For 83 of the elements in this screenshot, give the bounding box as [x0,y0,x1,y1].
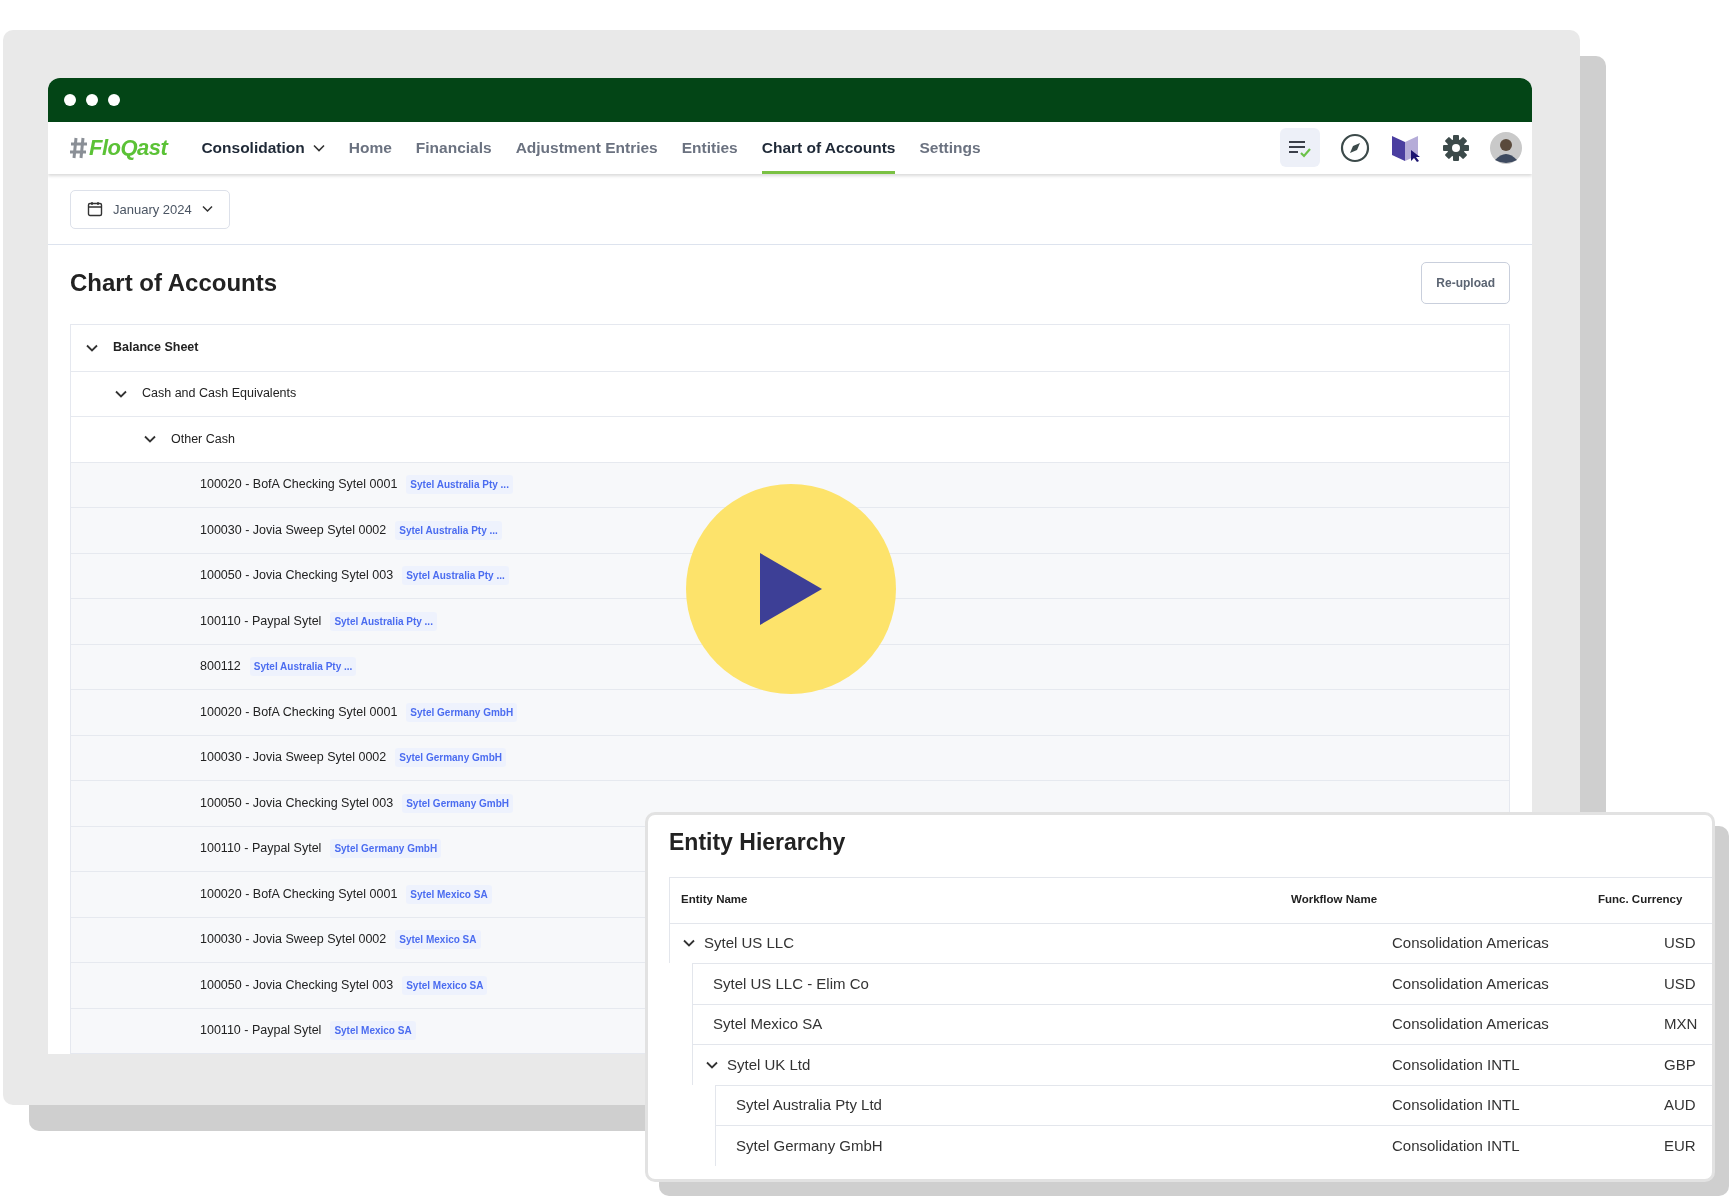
entity-tag: Sytel Mexico SA [330,1021,416,1041]
entity-tag: Sytel Mexico SA [395,930,481,950]
workflow-name: Consolidation INTL [1392,1096,1520,1114]
window-dot [108,93,120,106]
account-name: 100020 - BofA Checking Sytel 0001 [200,476,398,494]
entity-tag: Sytel Germany GmbH [406,702,518,722]
entity-row[interactable]: Sytel Australia Pty Ltd Consolidation INTL AUD [715,1084,1712,1126]
account-name: 100050 - Jovia Checking Sytel 003 [200,794,394,812]
entity-tag: Sytel Germany GmbH [395,748,507,768]
nav-tab[interactable]: Home [348,121,392,174]
group-name: Balance Sheet [113,339,199,357]
date-picker[interactable]: January 2024 [70,189,230,229]
entity-name: Sytel Mexico SA [713,1014,823,1035]
book-icon[interactable] [1390,133,1422,162]
entity-name: Sytel UK Ltd [727,1054,811,1075]
entity-name: Sytel Australia Pty Ltd [736,1095,882,1116]
caret-icon [201,205,213,214]
hash-icon [70,136,88,159]
entity-row[interactable]: Sytel US LLC Consolidation Americas USD [669,922,1712,964]
workflow-name: Consolidation INTL [1392,1136,1520,1154]
column-header: Entity Name [681,893,748,906]
entity-tag: Sytel Germany GmbH [330,839,442,859]
entity-tag: Sytel Australia Pty ... [330,611,437,631]
nav-tab[interactable]: Consolidation [201,121,325,174]
currency: AUD [1664,1096,1696,1114]
nav-tab[interactable]: Adjustment Entries [515,121,658,174]
caret-icon [312,143,325,152]
account-name: 100030 - Jovia Sweep Sytel 0002 [200,749,387,767]
workflow-name: Consolidation Americas [1392,1015,1549,1033]
workflow-name: Consolidation INTL [1392,1055,1520,1073]
entity-name: Sytel Germany GmbH [736,1135,883,1156]
task-list-button[interactable] [1280,128,1320,168]
card-title: Entity Hierarchy [669,829,847,857]
page-title: Chart of Accounts [70,268,278,298]
window-dot [86,93,98,106]
entity-tag: Sytel Australia Pty ... [395,520,502,540]
entity-name: Sytel US LLC - Elim Co [713,973,869,994]
entity-row[interactable]: Sytel UK Ltd Consolidation INTL GBP [692,1044,1712,1085]
account-name: 800112 [200,658,241,676]
currency: GBP [1664,1055,1696,1073]
currency: USD [1664,974,1696,992]
account-name: 100110 - Paypal Sytel [200,1022,322,1040]
group-name: Other Cash [171,430,235,448]
nav-tab[interactable]: Settings [919,121,981,174]
entity-row[interactable]: Sytel US LLC - Elim Co Consolidation Americas USD [692,963,1712,1004]
group-name: Cash and Cash Equivalents [142,385,297,403]
account-name: 100110 - Paypal Sytel [200,840,322,858]
entity-tag: Sytel Australia Pty ... [249,657,357,677]
currency: EUR [1664,1136,1696,1154]
workflow-name: Consolidation Americas [1392,974,1549,992]
account-name: 100030 - Jovia Sweep Sytel 0002 [200,931,387,949]
entity-tag: Sytel Mexico SA [402,975,488,995]
entity-tag: Sytel Germany GmbH [402,793,513,813]
window-dot [64,93,76,106]
entity-tag: Sytel Mexico SA [406,884,492,904]
settings-icon[interactable] [1442,133,1470,162]
currency: MXN [1664,1015,1698,1033]
avatar[interactable] [1490,131,1522,164]
entity-row[interactable]: Sytel Germany GmbH Consolidation INTL EUR [715,1125,1712,1166]
entity-tag: Sytel Australia Pty ... [406,475,513,495]
entity-name: Sytel US LLC [704,933,795,954]
column-header: Workflow Name [1291,893,1378,906]
account-row[interactable]: 100020 - BofA Checking Sytel 0001 Sytel Germany GmbH [71,689,1509,735]
account-name: 100110 - Paypal Sytel [200,612,322,630]
account-name: 100020 - BofA Checking Sytel 0001 [200,703,398,721]
entity-row[interactable]: Sytel Mexico SA Consolidation Americas MXN [692,1003,1712,1045]
nav-tab[interactable]: Chart of Accounts [761,121,896,174]
play-icon [760,553,822,625]
account-row[interactable]: 100030 - Jovia Sweep Sytel 0002 Sytel Germany GmbH [71,734,1509,780]
account-name: 100030 - Jovia Sweep Sytel 0002 [200,521,387,539]
account-name: 100050 - Jovia Checking Sytel 003 [200,976,394,994]
account-name: 100020 - BofA Checking Sytel 0001 [200,885,398,903]
currency: USD [1664,934,1696,952]
entity-tag: Sytel Australia Pty ... [402,566,509,586]
account-name: 100050 - Jovia Checking Sytel 003 [200,567,394,585]
compass-icon[interactable] [1340,132,1370,163]
nav-tab[interactable]: Entities [681,121,738,174]
nav-tab[interactable]: Financials [415,121,492,174]
calendar-icon [87,201,103,218]
column-header: Func. Currency [1598,893,1683,906]
reupload-button[interactable]: Re-upload [1421,262,1510,304]
account-row[interactable]: 100020 - BofA Checking Sytel 0001 Sytel Australia Pty ... [71,461,1509,507]
workflow-name: Consolidation Americas [1392,934,1549,952]
